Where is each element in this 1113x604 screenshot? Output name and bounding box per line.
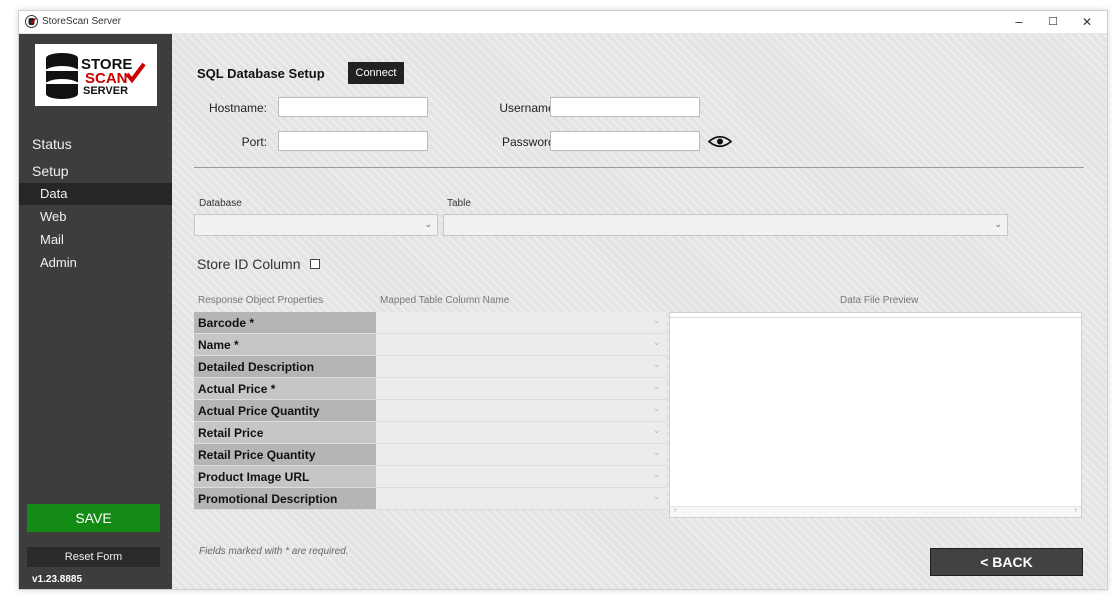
property-row: Product Image URL — [194, 466, 376, 488]
mapped-column-list: ⌄ ⌄ ⌄ ⌄ ⌄ ⌄ ⌄ ⌄ ⌄ — [376, 312, 666, 510]
property-row: Detailed Description — [194, 356, 376, 378]
sidebar-item-mail[interactable]: Mail — [19, 229, 172, 251]
port-field[interactable] — [278, 131, 428, 151]
mapped-column-select[interactable]: ⌄ — [376, 356, 666, 378]
property-row: Actual Price Quantity — [194, 400, 376, 422]
mapped-column-select[interactable]: ⌄ — [376, 378, 666, 400]
mapped-column-select[interactable]: ⌄ — [376, 334, 666, 356]
chevron-down-icon: ⌄ — [653, 426, 660, 435]
store-id-label: Store ID Column — [197, 256, 301, 272]
sidebar-item-web[interactable]: Web — [19, 206, 172, 228]
preview-header-line — [670, 317, 1081, 318]
sidebar-item-data[interactable]: Data — [19, 183, 172, 205]
chevron-down-icon: ⌄ — [653, 338, 660, 347]
username-field[interactable] — [550, 97, 700, 117]
username-label: Username: — [499, 101, 558, 115]
storescan-logo: STORE SCAN SERVER — [35, 44, 157, 106]
sidebar-item-admin[interactable]: Admin — [19, 252, 172, 274]
main-panel: SQL Database Setup Connect Hostname: Por… — [172, 34, 1107, 589]
section-title: SQL Database Setup — [197, 66, 325, 81]
nav-setup[interactable]: Setup — [32, 163, 69, 179]
chevron-down-icon: ⌄ — [653, 316, 660, 325]
scroll-left-icon[interactable]: ‹ — [674, 505, 677, 514]
database-select[interactable]: ⌄ — [194, 214, 438, 236]
mapped-column-select[interactable]: ⌄ — [376, 422, 666, 444]
property-row: Retail Price Quantity — [194, 444, 376, 466]
eye-icon[interactable] — [708, 135, 732, 148]
title-bar: StoreScan Server – ☐ ✕ — [19, 11, 1107, 34]
hostname-field[interactable] — [278, 97, 428, 117]
mapped-column-select[interactable]: ⌄ — [376, 444, 666, 466]
window-title: StoreScan Server — [42, 16, 121, 27]
mapped-column-select[interactable]: ⌄ — [376, 312, 666, 334]
preview-horizontal-scrollbar[interactable]: ‹ › — [670, 505, 1081, 517]
chevron-down-icon: ⌄ — [653, 470, 660, 479]
logo-text-server: SERVER — [83, 85, 129, 97]
table-label: Table — [447, 198, 471, 209]
connect-button[interactable]: Connect — [348, 62, 404, 84]
reset-form-button[interactable]: Reset Form — [27, 547, 160, 567]
property-row: Retail Price — [194, 422, 376, 444]
port-label: Port: — [241, 135, 267, 149]
sidebar: STORE SCAN SERVER Status Setup Data Web … — [19, 34, 172, 589]
close-button[interactable]: ✕ — [1072, 13, 1102, 31]
chevron-down-icon: ⌄ — [653, 404, 660, 413]
password-field[interactable] — [550, 131, 700, 151]
chevron-down-icon: ⌄ — [653, 448, 660, 457]
app-icon — [25, 15, 38, 28]
password-label: Password: — [501, 135, 558, 149]
data-file-preview[interactable]: ‹ › — [669, 312, 1082, 518]
chevron-down-icon: ⌄ — [653, 360, 660, 369]
app-window: StoreScan Server – ☐ ✕ STORE SCAN SERVER… — [18, 10, 1108, 590]
save-button[interactable]: SAVE — [27, 504, 160, 532]
scroll-right-icon[interactable]: › — [1074, 505, 1077, 514]
column-header-preview: Data File Preview — [840, 295, 919, 306]
minimize-button[interactable]: – — [1004, 13, 1034, 31]
column-header-mapped: Mapped Table Column Name — [380, 295, 510, 306]
property-row: Actual Price * — [194, 378, 376, 400]
property-list: Barcode * Name * Detailed Description Ac… — [194, 312, 376, 510]
chevron-down-icon: ⌄ — [424, 219, 432, 229]
mapped-column-select[interactable]: ⌄ — [376, 466, 666, 488]
section-divider — [194, 167, 1084, 168]
mapped-column-select[interactable]: ⌄ — [376, 488, 666, 510]
maximize-button[interactable]: ☐ — [1038, 13, 1068, 31]
column-header-properties: Response Object Properties — [198, 295, 324, 306]
chevron-down-icon: ⌄ — [994, 219, 1002, 229]
store-id-checkbox[interactable] — [310, 259, 320, 269]
database-label: Database — [199, 198, 242, 209]
mapped-column-select[interactable]: ⌄ — [376, 400, 666, 422]
property-row: Barcode * — [194, 312, 376, 334]
property-row: Promotional Description — [194, 488, 376, 510]
chevron-down-icon: ⌄ — [653, 492, 660, 501]
hostname-label: Hostname: — [208, 101, 267, 115]
nav-status[interactable]: Status — [32, 136, 72, 152]
back-button[interactable]: < BACK — [930, 548, 1083, 576]
property-row: Name * — [194, 334, 376, 356]
table-select[interactable]: ⌄ — [443, 214, 1008, 236]
required-fields-note: Fields marked with * are required. — [199, 546, 349, 557]
version-label: v1.23.8885 — [32, 574, 83, 585]
chevron-down-icon: ⌄ — [653, 382, 660, 391]
